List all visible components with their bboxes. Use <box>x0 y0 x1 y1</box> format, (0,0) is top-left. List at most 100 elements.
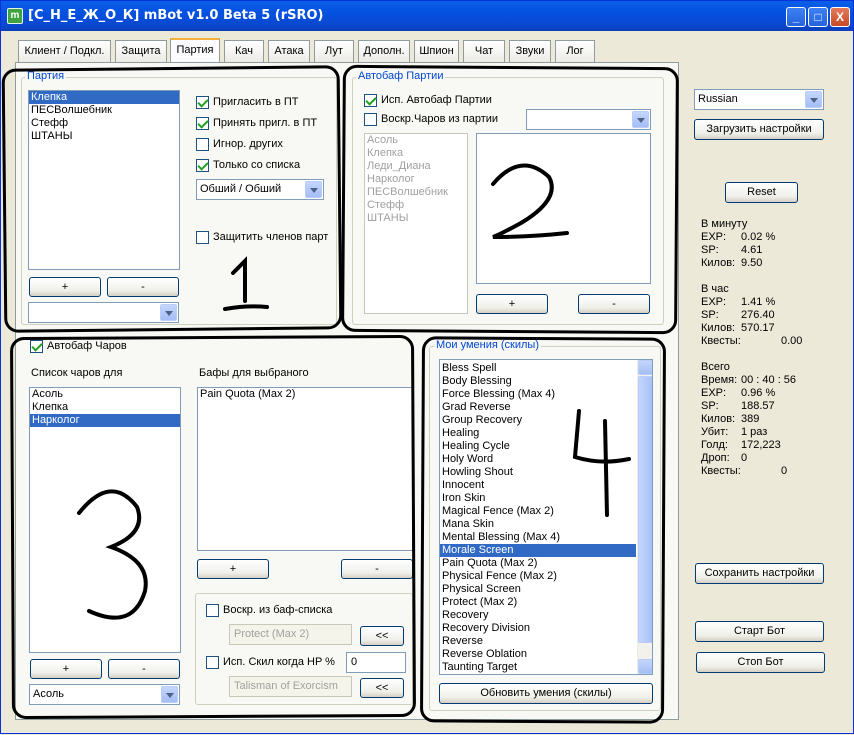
only-list-checkbox[interactable]: Только со списка <box>196 159 300 173</box>
chevron-down-icon[interactable] <box>305 181 322 198</box>
checkbox-box[interactable] <box>196 159 209 172</box>
reset-button[interactable]: Reset <box>725 182 798 203</box>
tab-loot[interactable]: Лут <box>314 40 354 62</box>
protect-members-checkbox[interactable]: Защитить членов парт <box>196 231 328 245</box>
tab-log[interactable]: Лог <box>555 40 595 62</box>
checkbox-box[interactable] <box>196 117 209 130</box>
chevron-down-icon[interactable] <box>632 111 649 128</box>
skill-item[interactable]: Physical Fence (Max 2) <box>440 570 636 583</box>
tab-spy[interactable]: Шпион <box>414 40 459 62</box>
minimize-button[interactable]: _ <box>786 7 806 27</box>
skill-item[interactable]: Innocent <box>440 479 636 492</box>
skill-item[interactable]: Magical Fence (Max 2) <box>440 505 636 518</box>
list-item[interactable]: ШТАНЫ <box>29 130 179 143</box>
tab-protection[interactable]: Защита <box>115 40 167 62</box>
save-settings-button[interactable]: Сохранить настройки <box>695 563 824 584</box>
checkbox-box[interactable] <box>196 138 209 151</box>
scroll-thumb[interactable] <box>638 376 652 643</box>
skill-item[interactable]: Mana Skin <box>440 518 636 531</box>
resurrect-skill-pick-button[interactable]: << <box>360 626 404 646</box>
scroll-down-icon[interactable] <box>638 659 652 674</box>
resurrect-party-checkbox[interactable]: Воскр.Чаров из партии <box>364 113 498 127</box>
char-autobuff-checkbox[interactable]: Автобаф Чаров <box>30 340 127 354</box>
skill-item[interactable]: Force Blessing (Max 4) <box>440 388 636 401</box>
buff-list[interactable]: Pain Quota (Max 2) <box>197 387 413 551</box>
list-item[interactable]: Стефф <box>29 117 179 130</box>
share-mode-select[interactable]: Обший / Обший <box>196 179 324 200</box>
checkbox-box[interactable] <box>364 94 377 107</box>
skills-list[interactable]: Bless Spell Body Blessing Force Blessing (… <box>439 359 653 675</box>
list-item[interactable]: Pain Quota (Max 2) <box>198 388 412 401</box>
autobuff-remove-button[interactable]: - <box>578 294 650 314</box>
skill-item[interactable]: Reverse Oblation <box>440 648 636 661</box>
list-item[interactable]: ПЕСВолшебник <box>29 104 179 117</box>
maximize-button[interactable]: □ <box>808 7 828 27</box>
update-skills-button[interactable]: Обновить умения (скилы) <box>439 683 653 704</box>
load-settings-button[interactable]: Загрузить настройки <box>694 119 824 140</box>
accept-checkbox[interactable]: Принять пригл. в ПТ <box>196 117 317 131</box>
autobuff-buff-list[interactable] <box>476 133 651 284</box>
list-item[interactable]: Асоль <box>30 388 180 401</box>
char-select[interactable]: Асоль <box>29 684 180 705</box>
use-skill-hp-checkbox[interactable]: Исп. Скил когда HP % <box>206 656 335 670</box>
skill-item[interactable]: Group Recovery <box>440 414 636 427</box>
ignore-checkbox[interactable]: Игнор. других <box>196 138 283 152</box>
skill-item[interactable]: Howling Shout <box>440 466 636 479</box>
autobuff-add-button[interactable]: + <box>476 294 548 314</box>
skill-item[interactable]: Physical Screen <box>440 583 636 596</box>
hp-percent-field[interactable]: 0 <box>346 652 406 673</box>
remove-buff-button[interactable]: - <box>341 559 413 579</box>
hp-skill-field[interactable]: Talisman of Exorcism <box>229 676 352 697</box>
skill-item[interactable]: Pain Quota (Max 2) <box>440 557 636 570</box>
invite-checkbox[interactable]: Пригласить в ПТ <box>196 96 298 110</box>
resurrect-buff-checkbox[interactable]: Воскр. из баф-списка <box>206 604 332 618</box>
skill-item[interactable]: Taunting Target <box>440 661 636 674</box>
language-select[interactable]: Russian <box>694 89 824 110</box>
checkbox-box[interactable] <box>206 604 219 617</box>
skill-item[interactable]: Protect (Max 2) <box>440 596 636 609</box>
chevron-down-icon[interactable] <box>161 686 178 703</box>
skill-item[interactable]: Grad Reverse <box>440 401 636 414</box>
title-bar[interactable]: m [С_Н_Е_Ж_О_К] mBot v1.0 Beta 5 (rSRO) … <box>1 1 853 31</box>
list-item[interactable]: Нарколог <box>30 414 180 427</box>
skill-item[interactable]: Body Blessing <box>440 375 636 388</box>
add-char-button[interactable]: + <box>30 659 102 679</box>
char-list[interactable]: Асоль Клепка Нарколог <box>29 387 181 653</box>
skill-item[interactable]: Recovery Division <box>440 622 636 635</box>
skill-item[interactable]: Mental Blessing (Max 4) <box>440 531 636 544</box>
resurrect-skill-field[interactable]: Protect (Max 2) <box>229 624 352 645</box>
skill-item[interactable]: Morale Screen <box>440 544 636 557</box>
tab-sounds[interactable]: Звуки <box>509 40 551 62</box>
add-member-button[interactable]: + <box>29 277 101 297</box>
autobuff-select[interactable] <box>526 109 651 130</box>
party-member-select[interactable] <box>28 302 179 323</box>
tab-leveling[interactable]: Кач <box>224 40 264 62</box>
skill-item[interactable]: Bless Spell <box>440 362 636 375</box>
checkbox-box[interactable] <box>30 340 43 353</box>
tab-party[interactable]: Партия <box>170 38 220 63</box>
checkbox-box[interactable] <box>364 113 377 126</box>
list-item[interactable]: Клепка <box>30 401 180 414</box>
list-item[interactable]: Клепка <box>29 91 179 104</box>
skill-item[interactable]: Reverse <box>440 635 636 648</box>
skill-item[interactable]: Recovery <box>440 609 636 622</box>
skill-item[interactable]: Healing <box>440 427 636 440</box>
skills-scrollbar[interactable] <box>637 360 652 674</box>
skill-item[interactable]: Iron Skin <box>440 492 636 505</box>
party-member-list[interactable]: Клепка ПЕСВолшебник Стефф ШТАНЫ <box>28 90 180 270</box>
checkbox-box[interactable] <box>196 231 209 244</box>
remove-member-button[interactable]: - <box>107 277 179 297</box>
tab-extra[interactable]: Дополн. <box>358 40 410 62</box>
checkbox-box[interactable] <box>206 656 219 669</box>
skill-item[interactable]: Healing Cycle <box>440 440 636 453</box>
tab-chat[interactable]: Чат <box>463 40 505 62</box>
stop-bot-button[interactable]: Стоп Бот <box>696 652 825 673</box>
checkbox-box[interactable] <box>196 96 209 109</box>
tab-client[interactable]: Клиент / Подкл. <box>18 40 111 62</box>
use-autobuff-checkbox[interactable]: Исп. Автобаф Партии <box>364 94 492 108</box>
add-buff-button[interactable]: + <box>197 559 269 579</box>
close-button[interactable]: X <box>830 7 850 27</box>
chevron-down-icon[interactable] <box>805 91 822 108</box>
scroll-up-icon[interactable] <box>638 360 652 375</box>
start-bot-button[interactable]: Старт Бот <box>695 621 824 642</box>
